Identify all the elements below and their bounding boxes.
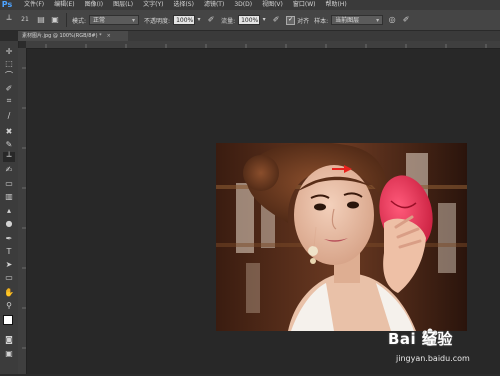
close-icon[interactable]: × xyxy=(107,33,111,39)
menu-edit[interactable]: 编辑(E) xyxy=(54,0,74,10)
quick-select-tool-icon[interactable]: ✐ xyxy=(3,84,15,94)
brush-panel-icon[interactable]: ▤ xyxy=(36,15,46,25)
move-tool-icon[interactable]: ✛ xyxy=(3,47,15,57)
screen-mode-icon[interactable]: ▣ xyxy=(3,349,15,359)
ruler-ticks xyxy=(45,44,487,48)
document-tab-title: 素材图片.jpg @ 100%(RGB/8#) * xyxy=(22,33,102,39)
brush-tool-icon[interactable]: ✎ xyxy=(3,140,15,150)
brush-size-picker[interactable]: 21 xyxy=(18,15,32,25)
brush-size-value: 21 xyxy=(21,16,29,23)
vertical-ruler xyxy=(18,48,27,374)
aligned-label: 对齐 xyxy=(297,17,310,25)
sample-label: 样本: xyxy=(314,17,329,25)
flow-input[interactable]: 100% xyxy=(238,15,261,25)
document-tab[interactable]: 素材图片.jpg @ 100%(RGB/8#) * × xyxy=(18,31,128,41)
flow-label: 流量: xyxy=(221,17,236,25)
zoom-tool-icon[interactable]: ⚲ xyxy=(3,301,15,311)
baidu-watermark: Bai 经验 jingyan.baidu.com xyxy=(388,328,500,374)
menu-window[interactable]: 窗口(W) xyxy=(293,0,316,10)
watermark-url: jingyan.baidu.com xyxy=(396,354,470,363)
opacity-input[interactable]: 100% xyxy=(173,15,196,25)
path-select-tool-icon[interactable]: ➤ xyxy=(3,260,15,270)
baidu-logo-text: Bai 经验 xyxy=(388,330,453,348)
aligned-checkbox[interactable]: ✓ xyxy=(286,15,296,25)
separator xyxy=(66,13,67,27)
document-photo[interactable] xyxy=(216,143,467,331)
foreground-color-swatch[interactable] xyxy=(3,315,13,325)
clone-stamp-icon[interactable]: ┴ xyxy=(4,15,14,25)
sample-select[interactable]: 当前图层 ▾ xyxy=(331,15,384,25)
menu-layer[interactable]: 图层(L) xyxy=(113,0,133,10)
quick-mask-icon[interactable]: ◙ xyxy=(3,335,15,345)
options-bar: ┴ 21 ▤ ▣ 模式: 正常 ▾ 不透明度: 100% ▾ ✐ 流量: 100%… xyxy=(0,10,500,31)
chevron-down-icon: ▾ xyxy=(132,17,136,24)
dodge-tool-icon[interactable]: ● xyxy=(3,219,15,229)
airbrush-icon[interactable]: ✐ xyxy=(271,15,281,25)
menu-3d[interactable]: 3D(D) xyxy=(234,0,252,10)
shape-tool-icon[interactable]: ▭ xyxy=(3,273,15,283)
aligned-checkmark: ✓ xyxy=(288,15,294,23)
ignore-adjustment-icon[interactable]: ◎ xyxy=(387,15,397,25)
pen-tool-icon[interactable]: ✒ xyxy=(3,234,15,244)
menu-file[interactable]: 文件(F) xyxy=(24,0,44,10)
eyedropper-tool-icon[interactable]: ∕ xyxy=(3,111,15,121)
clone-stamp-tool-icon[interactable]: ┴ xyxy=(3,152,15,162)
blur-tool-icon[interactable]: ▴ xyxy=(3,206,15,216)
chevron-down-icon: ▾ xyxy=(376,17,380,24)
ruler-ticks xyxy=(22,67,26,349)
type-tool-icon[interactable]: T xyxy=(3,247,15,257)
lasso-tool-icon[interactable]: ⌒ xyxy=(3,71,15,81)
healing-brush-tool-icon[interactable]: ✖ xyxy=(3,127,15,137)
hand-tool-icon[interactable]: ✋ xyxy=(3,288,15,298)
color-swatches[interactable] xyxy=(3,315,17,329)
pressure-opacity-icon[interactable]: ✐ xyxy=(206,15,216,25)
opacity-label: 不透明度: xyxy=(144,17,171,25)
mode-value: 正常 xyxy=(93,17,106,24)
pressure-size-icon[interactable]: ✐ xyxy=(401,15,411,25)
menu-filter[interactable]: 滤镜(T) xyxy=(204,0,224,10)
portrait-photo xyxy=(216,143,467,331)
document-tab-bar: 素材图片.jpg @ 100%(RGB/8#) * × xyxy=(18,31,500,41)
marquee-tool-icon[interactable]: ⬚ xyxy=(3,59,15,69)
flow-value: 100% xyxy=(241,17,259,24)
toolbox: ✛ ⬚ ⌒ ✐ ⌗ ∕ ✖ ✎ ┴ ✍ ▭ ▥ ▴ ● ✒ T ➤ ▭ ✋ ⚲ … xyxy=(0,41,19,374)
sample-value: 当前图层 xyxy=(335,17,360,24)
gradient-tool-icon[interactable]: ▥ xyxy=(3,192,15,202)
menu-image[interactable]: 图像(I) xyxy=(85,0,103,10)
menu-help[interactable]: 帮助(H) xyxy=(326,0,347,10)
menu-view[interactable]: 视图(V) xyxy=(262,0,283,10)
opacity-dropdown-icon[interactable]: ▾ xyxy=(196,15,202,25)
clone-source-icon[interactable]: ▣ xyxy=(50,15,60,25)
crop-tool-icon[interactable]: ⌗ xyxy=(3,96,15,106)
menu-select[interactable]: 选择(S) xyxy=(173,0,194,10)
photoshop-logo: Ps xyxy=(1,0,13,9)
horizontal-ruler xyxy=(26,41,500,49)
opacity-value: 100% xyxy=(176,17,194,24)
flow-dropdown-icon[interactable]: ▾ xyxy=(261,15,267,25)
menu-type[interactable]: 文字(Y) xyxy=(143,0,163,10)
menu-bar: Ps 文件(F) 编辑(E) 图像(I) 图层(L) 文字(Y) 选择(S) 滤… xyxy=(0,0,500,10)
mode-select[interactable]: 正常 ▾ xyxy=(89,15,140,25)
eraser-tool-icon[interactable]: ▭ xyxy=(3,179,15,189)
mode-label: 模式: xyxy=(72,17,87,25)
history-brush-tool-icon[interactable]: ✍ xyxy=(3,165,15,175)
